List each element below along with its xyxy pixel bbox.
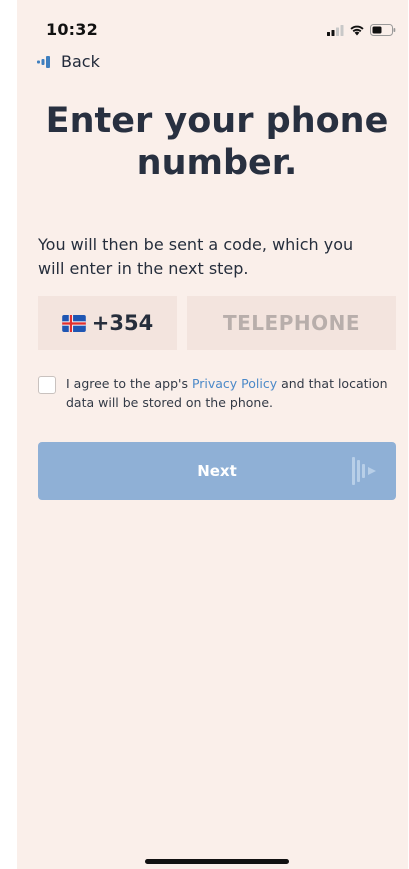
next-button[interactable]: Next bbox=[38, 442, 396, 500]
audio-signal-icon bbox=[37, 55, 50, 68]
back-button[interactable]: Back bbox=[37, 52, 100, 71]
country-code-selector[interactable]: +354 bbox=[38, 296, 177, 350]
privacy-consent-checkbox[interactable] bbox=[38, 376, 56, 394]
status-time: 10:32 bbox=[46, 20, 98, 39]
battery-icon bbox=[370, 24, 396, 36]
phone-number-input[interactable] bbox=[187, 296, 396, 350]
privacy-consent-text: I agree to the app's Privacy Policy and … bbox=[66, 374, 396, 412]
page-title: Enter your phone number. bbox=[45, 101, 389, 183]
status-bar: 10:32 bbox=[17, 0, 408, 44]
country-code-text: +354 bbox=[91, 311, 154, 335]
back-label: Back bbox=[61, 52, 100, 71]
page-subtitle: You will then be sent a code, which you … bbox=[38, 235, 354, 278]
app-screen: 10:32 Back Enter your phone number. You … bbox=[17, 0, 408, 869]
consent-text-before: I agree to the app's bbox=[66, 376, 192, 391]
iceland-flag-icon bbox=[61, 314, 86, 332]
signal-icon bbox=[327, 24, 344, 36]
status-icons bbox=[327, 24, 396, 36]
privacy-policy-link[interactable]: Privacy Policy bbox=[192, 376, 277, 391]
play-audio-icon bbox=[352, 457, 376, 485]
wifi-icon bbox=[350, 25, 364, 36]
home-indicator[interactable] bbox=[145, 859, 289, 864]
next-button-label: Next bbox=[197, 462, 237, 480]
